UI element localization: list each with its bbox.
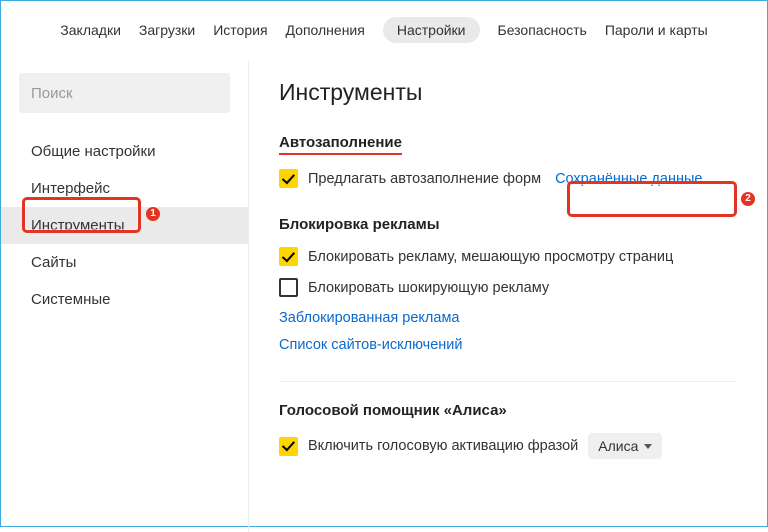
nav-bookmarks[interactable]: Закладки bbox=[60, 22, 121, 38]
section-autofill: Автозаполнение Предлагать автозаполнение… bbox=[279, 134, 737, 188]
adblock-shocking-label: Блокировать шокирующую рекламу bbox=[308, 280, 549, 296]
sidebar-item-interface[interactable]: Интерфейс bbox=[1, 170, 248, 207]
adblock-intrusive-label: Блокировать рекламу, мешающую просмотру … bbox=[308, 249, 673, 265]
sidebar: Общие настройки Интерфейс Инструменты Са… bbox=[1, 61, 249, 532]
page-title: Инструменты bbox=[279, 79, 737, 106]
sidebar-item-sites[interactable]: Сайты bbox=[1, 244, 248, 281]
nav-downloads[interactable]: Загрузки bbox=[139, 22, 195, 38]
adblock-exclusions-link[interactable]: Список сайтов-исключений bbox=[279, 337, 462, 353]
nav-settings[interactable]: Настройки bbox=[383, 17, 480, 43]
sidebar-item-general[interactable]: Общие настройки bbox=[1, 133, 248, 170]
section-adblock: Блокировка рекламы Блокировать рекламу, … bbox=[279, 216, 737, 353]
main-content: Инструменты Автозаполнение Предлагать ав… bbox=[249, 61, 767, 532]
voice-enable-label: Включить голосовую активацию фразой bbox=[308, 438, 578, 454]
chevron-down-icon bbox=[644, 444, 652, 449]
section-voice: Голосовой помощник «Алиса» Включить голо… bbox=[279, 402, 737, 459]
autofill-saved-data-link[interactable]: Сохранённые данные bbox=[555, 171, 702, 187]
adblock-shocking-checkbox[interactable] bbox=[279, 278, 298, 297]
section-divider bbox=[279, 381, 737, 382]
voice-phrase-value: Алиса bbox=[598, 438, 638, 454]
nav-passwords[interactable]: Пароли и карты bbox=[605, 22, 708, 38]
nav-extensions[interactable]: Дополнения bbox=[286, 22, 365, 38]
autofill-heading: Автозаполнение bbox=[279, 134, 737, 155]
voice-enable-checkbox[interactable] bbox=[279, 437, 298, 456]
sidebar-search[interactable] bbox=[19, 73, 230, 113]
autofill-suggest-label: Предлагать автозаполнение форм bbox=[308, 171, 541, 187]
adblock-intrusive-checkbox[interactable] bbox=[279, 247, 298, 266]
nav-history[interactable]: История bbox=[213, 22, 267, 38]
nav-security[interactable]: Безопасность bbox=[498, 22, 587, 38]
search-input[interactable] bbox=[31, 85, 218, 102]
adblock-heading: Блокировка рекламы bbox=[279, 216, 737, 233]
voice-phrase-select[interactable]: Алиса bbox=[588, 433, 662, 459]
adblock-blocked-link[interactable]: Заблокированная реклама bbox=[279, 310, 460, 326]
sidebar-item-system[interactable]: Системные bbox=[1, 281, 248, 318]
autofill-suggest-checkbox[interactable] bbox=[279, 169, 298, 188]
sidebar-item-tools[interactable]: Инструменты bbox=[1, 207, 248, 244]
top-nav: Закладки Загрузки История Дополнения Нас… bbox=[1, 1, 767, 61]
voice-heading: Голосовой помощник «Алиса» bbox=[279, 402, 737, 419]
